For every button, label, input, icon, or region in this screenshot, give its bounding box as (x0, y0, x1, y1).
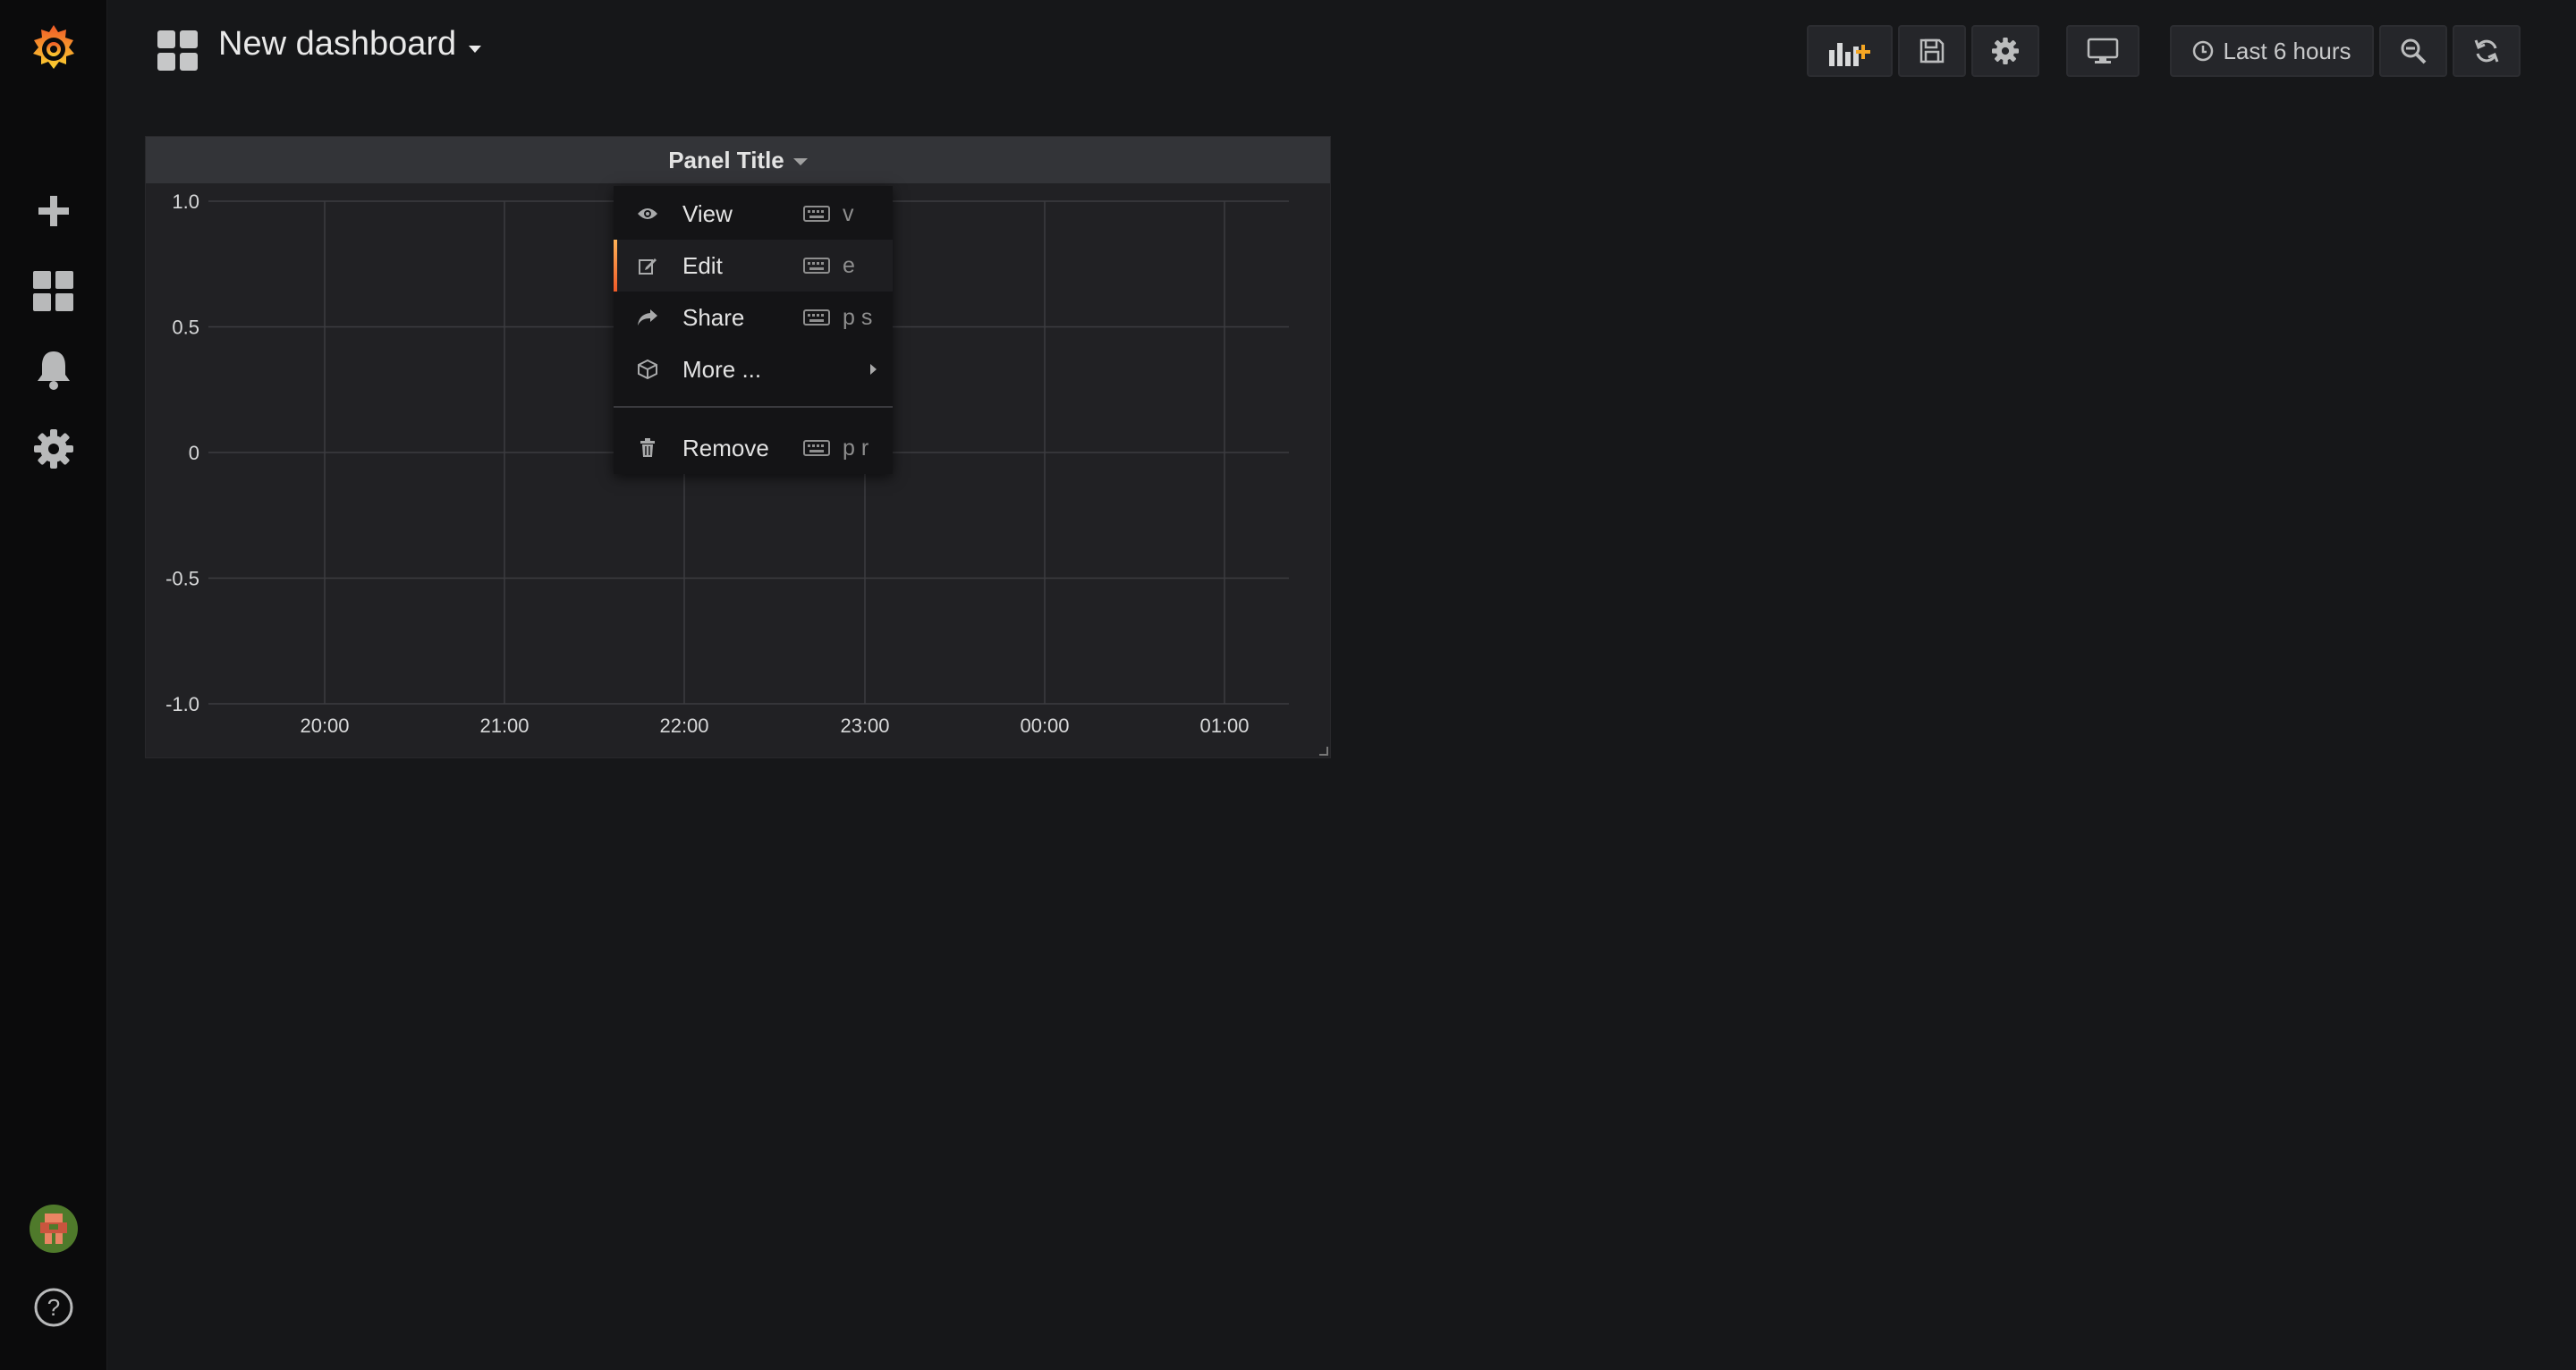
plus-icon[interactable] (27, 184, 80, 238)
y-tick-label: 0 (189, 442, 199, 464)
time-range-label: Last 6 hours (2223, 37, 2351, 64)
menu-item-label: Remove (682, 434, 769, 461)
y-tick-label: -1.0 (165, 693, 199, 715)
chevron-down-icon (469, 45, 482, 53)
x-tick-label: 20:00 (300, 715, 349, 737)
chevron-down-icon (792, 158, 808, 165)
grafana-logo[interactable] (27, 21, 80, 75)
y-tick-label: 0.5 (172, 317, 199, 339)
add-panel-button[interactable] (1807, 25, 1893, 77)
edit-icon (637, 255, 658, 276)
eye-icon (637, 203, 658, 224)
dashboard-title[interactable]: New dashboard (218, 25, 482, 63)
cube-icon (637, 359, 658, 380)
x-tick-label: 22:00 (659, 715, 708, 737)
x-tick-label: 00:00 (1020, 715, 1069, 737)
menu-item-edit[interactable]: Edit e (614, 240, 893, 292)
y-tick-label: -0.5 (165, 568, 199, 590)
menu-item-label: Share (682, 303, 745, 331)
x-tick-label: 23:00 (840, 715, 889, 737)
avatar[interactable] (27, 1202, 80, 1256)
menu-item-label: Edit (682, 251, 723, 279)
zoom-out-icon (2401, 38, 2427, 64)
panel-context-menu: View v Edit e Share p s More ... Remove … (614, 186, 893, 474)
keyboard-icon (803, 440, 830, 456)
keyboard-icon (803, 206, 830, 222)
dashboard-title-label: New dashboard (218, 25, 457, 63)
shortcut-keys: p s (843, 304, 873, 330)
panel-title[interactable]: Panel Title (668, 147, 808, 174)
gear-icon[interactable] (27, 422, 80, 476)
menu-item-label: View (682, 199, 733, 227)
add-panel-icon (1829, 43, 1870, 66)
menu-item-share[interactable]: Share p s (614, 292, 893, 343)
dashboard-grid-icon (157, 30, 199, 72)
refresh-icon (2474, 39, 2499, 63)
shortcut-hint: p r (803, 436, 869, 461)
save-dashboard-button[interactable] (1898, 25, 1966, 77)
keyboard-icon (803, 309, 830, 326)
menu-divider (614, 406, 893, 408)
sidebar: ? (0, 0, 107, 1370)
help-icon[interactable]: ? (27, 1281, 80, 1334)
panel-title-label: Panel Title (668, 146, 784, 173)
x-tick-label: 21:00 (479, 715, 529, 737)
shortcut-keys: e (843, 252, 855, 278)
shortcut-hint: e (803, 253, 855, 279)
save-icon (1919, 38, 1945, 63)
submenu-arrow-icon (870, 364, 877, 375)
zoom-out-button[interactable] (2379, 25, 2447, 77)
share-icon (637, 307, 658, 328)
shortcut-hint: p s (803, 305, 872, 331)
menu-item-remove[interactable]: Remove p r (614, 422, 893, 474)
shortcut-keys: v (843, 200, 854, 226)
clock-icon (2193, 40, 2214, 62)
y-tick-label: 1.0 (172, 190, 199, 213)
menu-item-view[interactable]: View v (614, 188, 893, 240)
time-range-picker[interactable]: Last 6 hours (2170, 25, 2374, 77)
dashboards-icon[interactable] (27, 265, 80, 318)
svg-text:?: ? (47, 1294, 60, 1321)
bell-icon[interactable] (27, 343, 80, 397)
shortcut-keys: p r (843, 435, 869, 461)
menu-item-more[interactable]: More ... (614, 343, 893, 395)
trash-icon (637, 437, 658, 459)
panel-resize-handle[interactable] (1319, 747, 1328, 756)
panel-header[interactable]: Panel Title (146, 137, 1330, 183)
menu-item-label: More ... (682, 355, 762, 383)
refresh-button[interactable] (2453, 25, 2521, 77)
keyboard-icon (803, 258, 830, 274)
x-tick-label: 01:00 (1199, 715, 1249, 737)
dashboard-settings-button[interactable] (1971, 25, 2039, 77)
top-navbar: New dashboard Last 6 hours (107, 0, 2576, 100)
cycle-view-mode-button[interactable] (2066, 25, 2140, 77)
shortcut-hint: v (803, 201, 854, 227)
monitor-icon (2087, 38, 2119, 63)
gear-icon (1992, 38, 2019, 64)
